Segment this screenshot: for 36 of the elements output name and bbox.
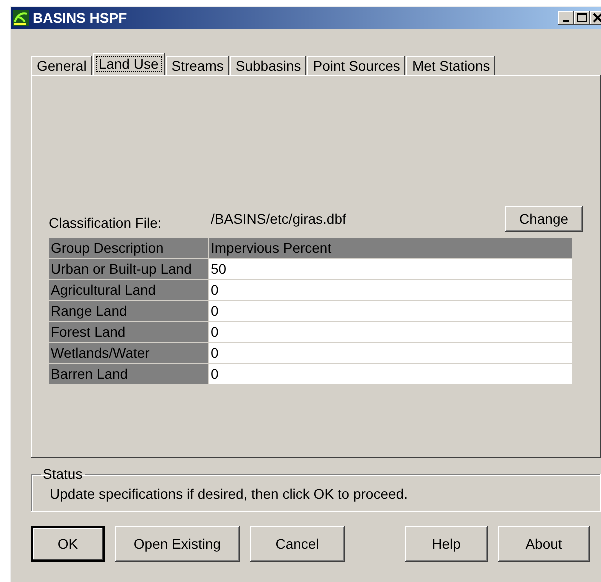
table-cell[interactable]: 0: [209, 343, 572, 363]
basins-logo-icon: [13, 10, 29, 26]
minimize-button[interactable]: [558, 11, 574, 25]
table-cell[interactable]: 0: [209, 322, 572, 342]
dialog-button[interactable]: Open Existing: [115, 526, 240, 562]
dialog-button[interactable]: Cancel: [250, 526, 345, 562]
dialog-button[interactable]: Help: [405, 526, 488, 562]
tab[interactable]: General: [31, 56, 92, 75]
table-cell[interactable]: 0: [209, 280, 572, 300]
row-header-cell: Urban or Built-up Land: [49, 259, 208, 279]
row-header-cell: Agricultural Land: [49, 280, 208, 300]
window-title: BASINS HSPF: [33, 10, 128, 26]
tab[interactable]: Point Sources: [307, 56, 406, 75]
classification-file-path: /BASINS/etc/giras.dbf: [211, 211, 348, 227]
table-cell[interactable]: 50: [209, 259, 572, 279]
dialog-button[interactable]: About: [498, 526, 590, 562]
dialog-button[interactable]: OK: [31, 526, 105, 562]
row-header-cell: Barren Land: [49, 364, 208, 384]
table-cell[interactable]: 0: [209, 364, 572, 384]
change-button[interactable]: Change: [505, 206, 583, 232]
classification-label: Classification File:: [49, 215, 163, 231]
close-icon: [593, 13, 601, 23]
column-header: Group Description: [49, 238, 208, 258]
column-header: Impervious Percent: [209, 238, 572, 258]
row-header-cell: Wetlands/Water: [49, 343, 208, 363]
row-header-cell: Forest Land: [49, 322, 208, 342]
tab[interactable]: Met Stations: [406, 56, 496, 75]
table-cell[interactable]: 0: [209, 301, 572, 321]
maximize-icon: [577, 13, 587, 23]
status-title: Status: [42, 466, 84, 482]
maximize-button[interactable]: [574, 11, 590, 25]
status-message: Update specifications if desired, then click OK to proceed.: [50, 486, 409, 502]
row-header-cell: Range Land: [49, 301, 208, 321]
tab[interactable]: Subbasins: [230, 56, 306, 75]
tab[interactable]: Streams: [166, 56, 229, 75]
tab[interactable]: Land Use: [92, 53, 165, 75]
